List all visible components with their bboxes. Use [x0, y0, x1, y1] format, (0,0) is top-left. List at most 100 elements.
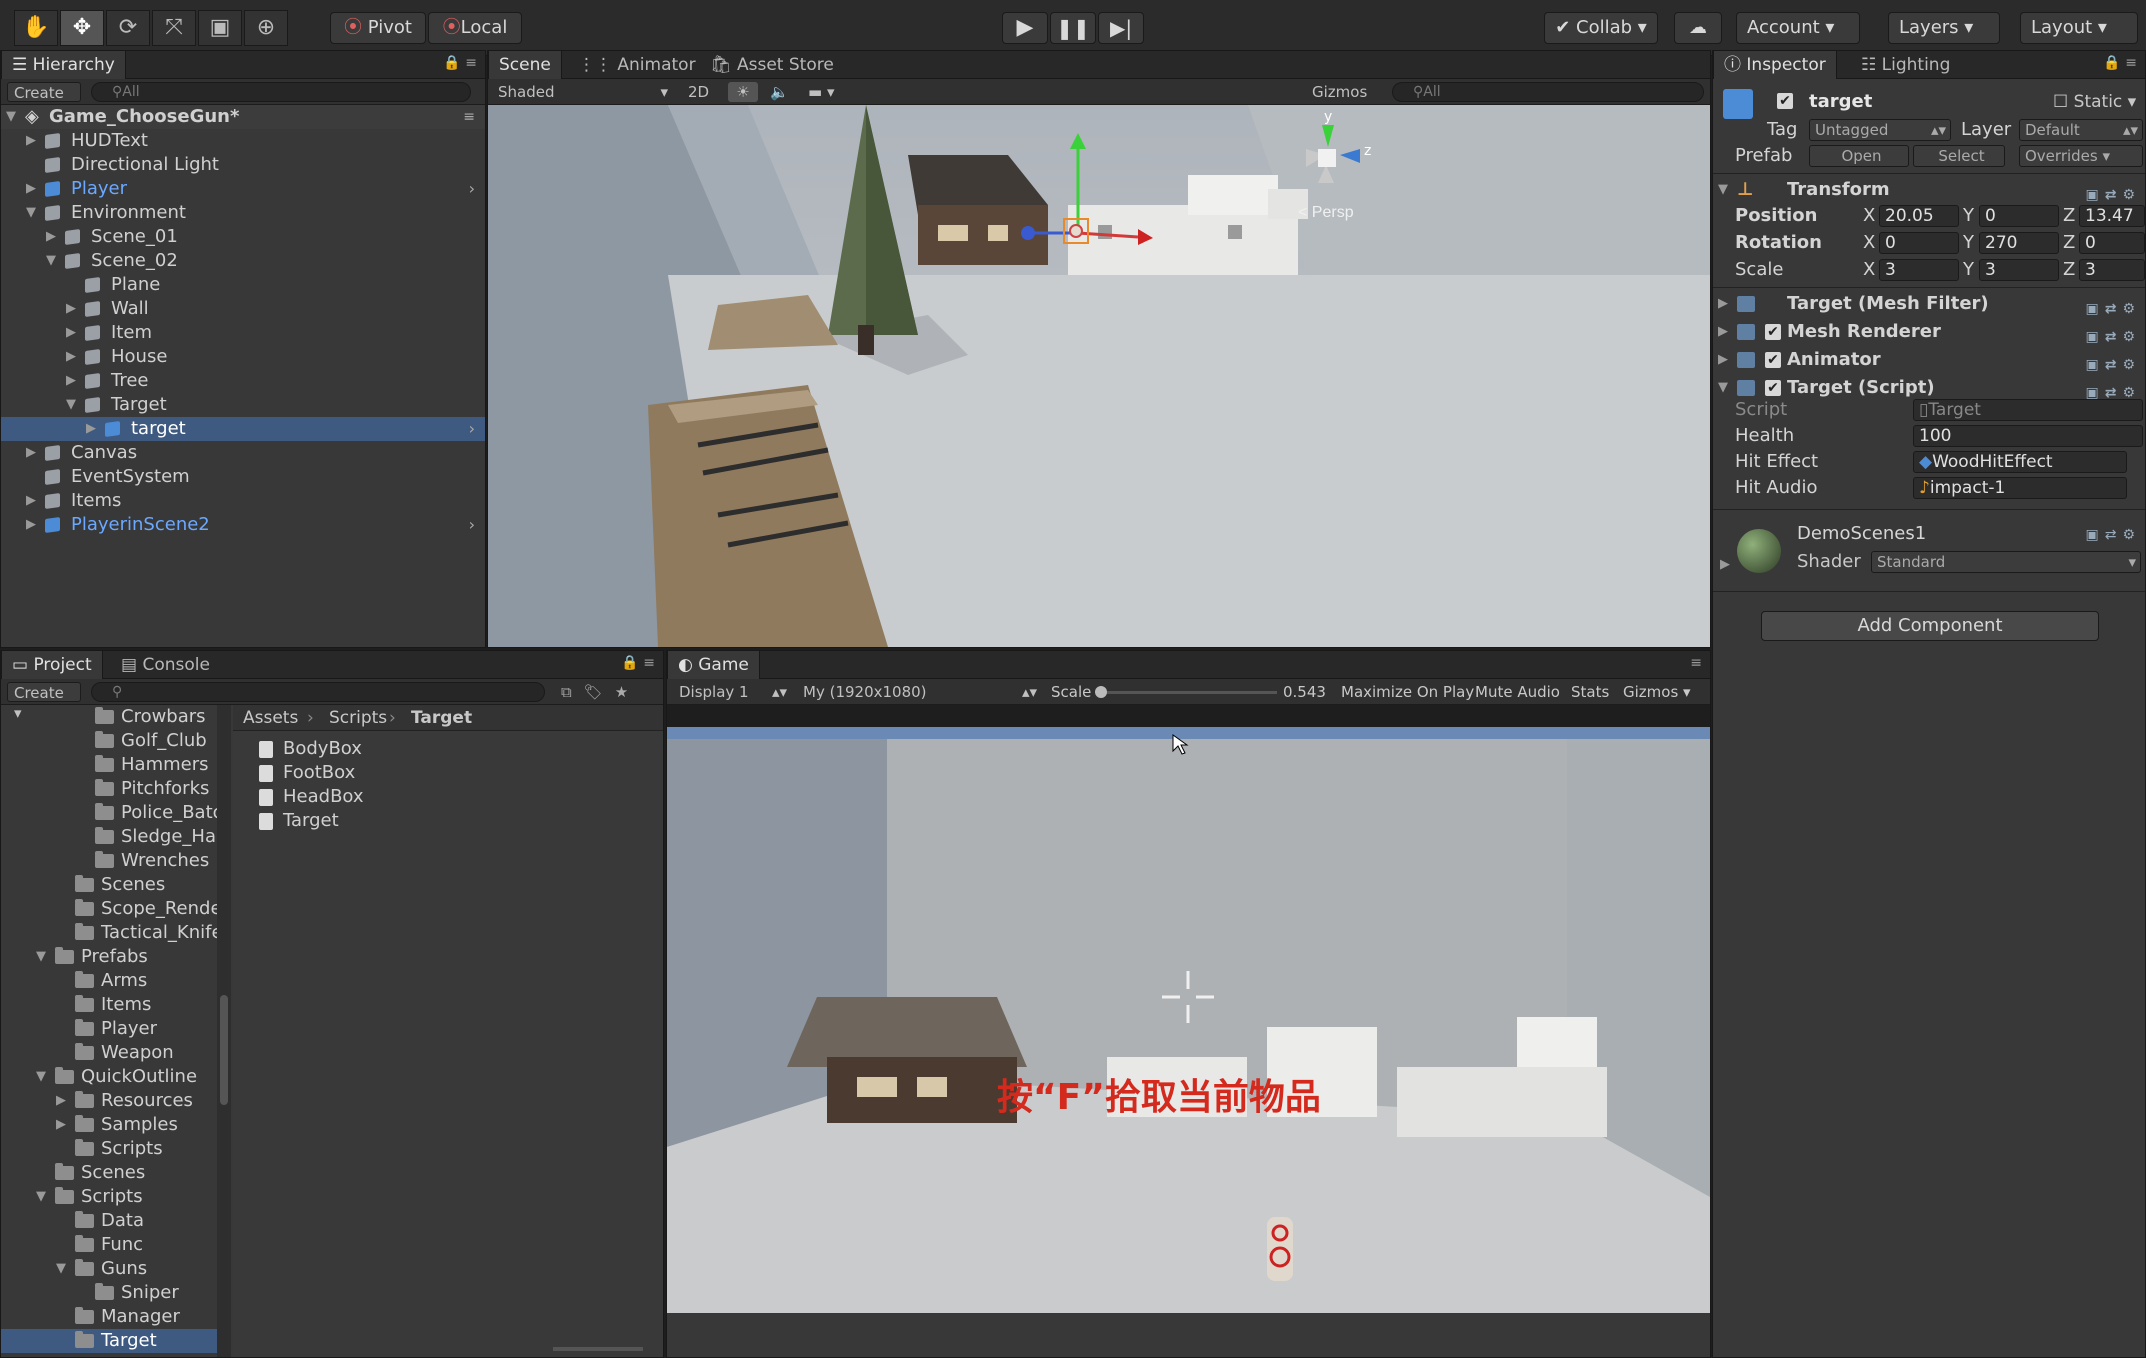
- scene-menu-icon[interactable]: ≡: [463, 105, 475, 129]
- project-folder-item[interactable]: Police_Baton: [1, 801, 217, 825]
- mute-audio-toggle[interactable]: Mute Audio: [1475, 682, 1560, 702]
- expand-right-icon[interactable]: ▶: [1715, 319, 1731, 345]
- hierarchy-item[interactable]: ▶ Scene_01: [1, 225, 485, 249]
- component-enabled-checkbox[interactable]: ✔: [1765, 324, 1781, 340]
- tab-lighting[interactable]: ☷ Lighting: [1851, 51, 1960, 79]
- expand-right-icon[interactable]: ▶: [23, 129, 39, 153]
- scale-x-input[interactable]: 3: [1879, 259, 1959, 281]
- tab-hierarchy[interactable]: ☰ Hierarchy: [1, 51, 126, 79]
- project-file-item[interactable]: BodyBox: [233, 737, 663, 761]
- project-folder-item[interactable]: Arms: [1, 969, 217, 993]
- expand-down-icon[interactable]: ▼: [3, 105, 19, 129]
- prefab-open-button[interactable]: Open: [1809, 145, 1909, 167]
- chevron-right-icon[interactable]: ›: [469, 513, 475, 537]
- scene-gizmos-dropdown[interactable]: Gizmos ▾: [1306, 82, 1380, 121]
- hierarchy-search-input[interactable]: ⚲All: [91, 82, 471, 102]
- project-folder-item[interactable]: Scenes: [1, 873, 217, 897]
- expand-right-icon[interactable]: ▶: [63, 369, 79, 393]
- project-folder-item[interactable]: Data: [1, 1209, 217, 1233]
- rotate-tool-icon[interactable]: ⟳: [106, 10, 150, 46]
- expand-down-icon[interactable]: ▼: [63, 393, 79, 417]
- position-y-input[interactable]: 0: [1979, 205, 2059, 227]
- hierarchy-item[interactable]: ▶ Items: [1, 489, 485, 513]
- scale-slider[interactable]: [1095, 686, 1277, 698]
- hierarchy-item[interactable]: EventSystem: [1, 465, 485, 489]
- project-folder-item[interactable]: Player: [1, 1017, 217, 1041]
- hierarchy-item[interactable]: ▼ Target: [1, 393, 485, 417]
- hand-tool-icon[interactable]: ✋: [14, 10, 58, 46]
- scene-viewport[interactable]: y z < Persp: [488, 105, 1710, 647]
- scene-search-input[interactable]: ⚲All: [1392, 82, 1704, 102]
- hierarchy-item[interactable]: ▶ PlayerinScene2 ›: [1, 513, 485, 537]
- active-checkbox[interactable]: ✔: [1777, 93, 1793, 109]
- rotation-y-input[interactable]: 270: [1979, 232, 2059, 254]
- audio-toggle-icon[interactable]: 🔈: [764, 82, 794, 102]
- hierarchy-item[interactable]: ▶ Canvas: [1, 441, 485, 465]
- collab-button[interactable]: ✔ Collab ▾: [1544, 12, 1658, 44]
- expand-down-icon[interactable]: ▼: [43, 249, 59, 273]
- position-z-input[interactable]: 13.47: [2079, 205, 2145, 227]
- persp-label[interactable]: < Persp: [1298, 204, 1354, 221]
- expand-right-icon[interactable]: ▶: [1715, 291, 1731, 317]
- scale-tool-icon[interactable]: ⤧: [152, 10, 196, 46]
- project-folder-item[interactable]: Tactical_Knife: [1, 921, 217, 945]
- local-button[interactable]: ⦿Local: [428, 12, 522, 44]
- expand-down-icon[interactable]: ▼: [33, 1065, 49, 1089]
- folder-tree-scrollbar[interactable]: [217, 705, 231, 1357]
- display-dropdown[interactable]: Display 1 ▴▾: [673, 682, 791, 702]
- hierarchy-item[interactable]: Plane: [1, 273, 485, 297]
- shader-dropdown[interactable]: Standard ▾: [1871, 551, 2141, 573]
- pause-button[interactable]: ❚❚: [1050, 12, 1096, 44]
- hierarchy-item[interactable]: ▼ Scene_02: [1, 249, 485, 273]
- component-header[interactable]: ▶ ✔ Animator ▣⇄⚙: [1713, 347, 2145, 373]
- scale-y-input[interactable]: 3: [1979, 259, 2059, 281]
- project-search-input[interactable]: ⚲: [91, 682, 545, 702]
- project-folder-item[interactable]: ▼ QuickOutline: [1, 1065, 217, 1089]
- panel-menu-icon[interactable]: 🔒 ≡: [443, 55, 477, 71]
- hierarchy-item[interactable]: ▶ Player ›: [1, 177, 485, 201]
- breadcrumb-assets[interactable]: Assets: [243, 705, 298, 731]
- tab-animator[interactable]: ⋮⋮ Animator: [568, 51, 706, 79]
- project-folder-item[interactable]: Wrenches: [1, 849, 217, 873]
- hierarchy-item[interactable]: ▶ Item: [1, 321, 485, 345]
- expand-down-icon[interactable]: ▼: [1715, 177, 1731, 203]
- hierarchy-item[interactable]: ▶ target ›: [1, 417, 485, 441]
- hierarchy-item[interactable]: ▶ HUDText: [1, 129, 485, 153]
- project-folder-item[interactable]: ▶ Resources: [1, 1089, 217, 1113]
- static-toggle[interactable]: ☐ Static ▾: [2053, 89, 2136, 115]
- project-folder-item[interactable]: Hammers: [1, 753, 217, 777]
- effects-dropdown-icon[interactable]: ▬ ▾: [802, 82, 848, 102]
- script-object-field[interactable]: ▯Target: [1913, 399, 2143, 421]
- pivot-button[interactable]: ⦿ Pivot: [330, 12, 426, 44]
- expand-down-icon[interactable]: ▼: [23, 201, 39, 225]
- project-file-item[interactable]: Target: [233, 809, 663, 833]
- project-folder-item[interactable]: ▼ Scripts: [1, 1185, 217, 1209]
- expand-right-icon[interactable]: ▶: [43, 225, 59, 249]
- play-button[interactable]: ▶: [1002, 12, 1048, 44]
- expand-right-icon[interactable]: ▶: [63, 345, 79, 369]
- tab-console[interactable]: ▤ Console: [111, 651, 220, 679]
- material-menu-icons[interactable]: ▣⇄⚙: [2085, 527, 2141, 543]
- project-folder-item[interactable]: Pitchforks: [1, 777, 217, 801]
- tab-game[interactable]: ◐ Game: [667, 651, 760, 679]
- object-name-field[interactable]: target: [1809, 89, 2079, 115]
- icon-size-slider[interactable]: [553, 1347, 643, 1351]
- layer-dropdown[interactable]: Default ▴▾: [2019, 119, 2143, 141]
- 2d-toggle[interactable]: 2D: [682, 82, 718, 102]
- maximize-on-play-toggle[interactable]: Maximize On Play: [1341, 682, 1474, 702]
- shading-dropdown[interactable]: Shaded ▾: [492, 82, 672, 102]
- expand-down-icon[interactable]: ▼: [53, 1257, 69, 1281]
- game-menu-icon[interactable]: ≡: [1690, 655, 1702, 671]
- hierarchy-item[interactable]: ▼ Environment: [1, 201, 485, 225]
- stats-toggle[interactable]: Stats: [1571, 682, 1609, 702]
- step-button[interactable]: ▶|: [1098, 12, 1144, 44]
- position-x-input[interactable]: 20.05: [1879, 205, 1959, 227]
- scene-root-row[interactable]: ▼ ◈ Game_ChooseGun* ≡: [1, 105, 485, 129]
- expand-right-icon[interactable]: ▶: [53, 1113, 69, 1137]
- expand-right-icon[interactable]: ▶: [1717, 557, 1733, 572]
- chevron-right-icon[interactable]: ›: [469, 417, 475, 441]
- component-header[interactable]: ▶ Target (Mesh Filter) ▣⇄⚙: [1713, 291, 2145, 317]
- expand-right-icon[interactable]: ▶: [23, 489, 39, 513]
- transform-header[interactable]: ▼ ⊥ Transform ▣⇄⚙: [1713, 177, 2145, 203]
- expand-right-icon[interactable]: ▶: [23, 177, 39, 201]
